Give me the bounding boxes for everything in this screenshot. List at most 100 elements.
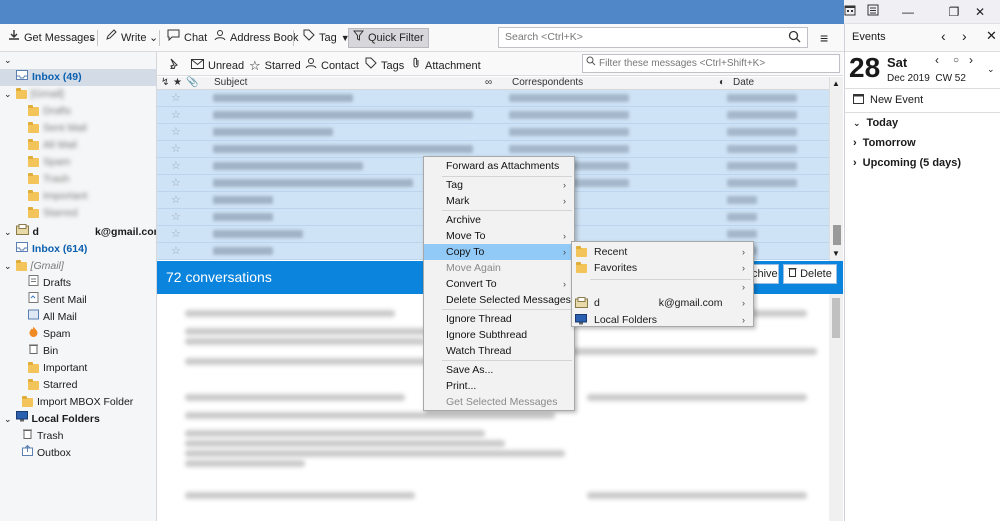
events-upcoming-section[interactable]: › Upcoming (5 days) <box>845 153 1000 173</box>
folder-item[interactable]: Sent Mail <box>0 120 156 137</box>
folder-inbox[interactable]: Inbox (614) <box>0 241 156 258</box>
tags-filter-button[interactable]: Tags <box>361 56 408 76</box>
attachment-column-icon[interactable]: 📎 <box>186 77 198 88</box>
subject-column-header[interactable]: Subject <box>214 77 247 88</box>
menu-item-archive[interactable]: Archive <box>424 212 574 228</box>
folder-sent-mail[interactable]: Sent Mail <box>0 292 156 309</box>
close-icon[interactable]: ✕ <box>986 28 997 44</box>
menu-item-mark[interactable]: Mark › <box>424 193 574 209</box>
date-column-header[interactable]: Date <box>733 77 754 88</box>
scrollbar-thumb[interactable] <box>832 298 840 338</box>
star-icon[interactable]: ☆ <box>171 193 181 206</box>
chat-button[interactable]: Chat <box>163 28 211 48</box>
folder-inbox-top[interactable]: Inbox (49) <box>0 69 156 86</box>
chevron-right-icon[interactable]: › <box>962 28 967 44</box>
sticky-pin-button[interactable] <box>163 56 182 76</box>
star-column-icon[interactable]: ★ <box>173 77 182 88</box>
search-input[interactable]: Search <Ctrl+K> <box>498 27 808 48</box>
folder-bin[interactable]: Bin <box>0 343 156 360</box>
account-collapse-toggle[interactable]: ⌄ <box>0 52 156 69</box>
folder-gmail-blurred[interactable]: ⌄ [Gmail] <box>0 86 156 103</box>
star-icon[interactable]: ☆ <box>171 244 181 257</box>
folder-trash[interactable]: Trash <box>0 428 156 445</box>
events-tomorrow-section[interactable]: › Tomorrow <box>845 133 1000 153</box>
menu-item-move-to[interactable]: Move To › <box>424 228 574 244</box>
folder-all-mail[interactable]: All Mail <box>0 309 156 326</box>
new-event-button[interactable]: New Event <box>845 90 1000 110</box>
menu-item-copy-to[interactable]: Copy To › <box>424 244 574 260</box>
menu-item-print[interactable]: Print... <box>424 378 574 394</box>
attachment-filter-button[interactable]: Attachment <box>407 56 485 76</box>
menu-item-watch-thread[interactable]: Watch Thread <box>424 343 574 359</box>
calendar-icon[interactable] <box>838 0 862 24</box>
close-button[interactable]: ✕ <box>960 0 1000 24</box>
folder-item[interactable]: Spam <box>0 154 156 171</box>
submenu-item-local-folders[interactable]: Local Folders › <box>572 312 753 328</box>
folder-drafts[interactable]: Drafts <box>0 275 156 292</box>
star-icon[interactable]: ☆ <box>171 108 181 121</box>
submenu-item-gmail-account[interactable]: d k@gmail.com › <box>572 295 753 311</box>
folder-item[interactable]: Starred <box>0 205 156 222</box>
star-icon[interactable]: ☆ <box>171 142 181 155</box>
star-icon[interactable]: ☆ <box>171 159 181 172</box>
thread-column-icon[interactable]: ↯ <box>161 77 169 88</box>
chevron-up-icon[interactable]: ▲ <box>832 79 840 88</box>
app-menu-button[interactable]: ≡ <box>816 28 832 48</box>
menu-item-ignore-subthread[interactable]: Ignore Subthread <box>424 327 574 343</box>
account-gmail[interactable]: ⌄ d k@gmail.com <box>0 224 156 241</box>
star-icon[interactable]: ☆ <box>171 91 181 104</box>
tasks-icon[interactable] <box>862 0 884 24</box>
table-row[interactable]: ☆ <box>157 90 829 107</box>
menu-item-ignore-thread[interactable]: Ignore Thread <box>424 311 574 327</box>
folder-item[interactable]: Drafts <box>0 103 156 120</box>
junk-column-icon[interactable]: ◐ <box>719 77 725 88</box>
star-icon[interactable]: ☆ <box>171 125 181 138</box>
address-book-button[interactable]: Address Book <box>210 28 302 48</box>
filter-messages-input[interactable]: Filter these messages <Ctrl+Shift+K> <box>582 54 840 73</box>
menu-item-delete-selected[interactable]: Delete Selected Messages <box>424 292 574 308</box>
star-icon[interactable]: ☆ <box>171 210 181 223</box>
folder-import-mbox[interactable]: Import MBOX Folder <box>0 394 156 411</box>
quick-filter-button[interactable]: Quick Filter <box>348 28 429 48</box>
folder-gmail[interactable]: ⌄ [Gmail] <box>0 258 156 275</box>
star-icon[interactable]: ☆ <box>171 227 181 240</box>
chevron-left-icon[interactable]: ‹ <box>935 53 939 67</box>
chevron-right-icon[interactable]: › <box>969 53 973 67</box>
thread-list-scrollbar[interactable]: ▲ ▼ <box>829 77 843 262</box>
chevron-down-icon[interactable]: ▼ <box>832 249 840 258</box>
contact-filter-button[interactable]: Contact <box>301 56 363 76</box>
submenu-item-favorites[interactable]: Favorites › <box>572 260 753 276</box>
menu-item-forward-as-attachments[interactable]: Forward as Attachments <box>424 158 574 174</box>
folder-important[interactable]: Important <box>0 360 156 377</box>
folder-starred[interactable]: Starred <box>0 377 156 394</box>
submenu-item-recent[interactable]: Recent › <box>572 244 753 260</box>
folder-spam[interactable]: Spam <box>0 326 156 343</box>
menu-item-save-as[interactable]: Save As... <box>424 362 574 378</box>
unread-column-icon[interactable]: ∞ <box>485 77 492 88</box>
get-messages-dropdown[interactable]: ⌄ <box>84 28 101 48</box>
folder-item[interactable]: All Mail <box>0 137 156 154</box>
write-button[interactable]: Write <box>101 28 150 48</box>
folder-outbox[interactable]: Outbox <box>0 444 156 462</box>
table-row[interactable]: ☆ <box>157 107 829 124</box>
delete-button[interactable]: Delete <box>783 264 837 284</box>
account-local-folders[interactable]: ⌄ Local Folders <box>0 411 156 428</box>
menu-item-convert-to[interactable]: Convert To › <box>424 276 574 292</box>
folder-item[interactable]: Trash <box>0 171 156 188</box>
events-today-section[interactable]: ⌄ Today <box>845 113 1000 133</box>
search-icon[interactable] <box>788 30 801 50</box>
chevron-down-icon[interactable]: ⌄ <box>987 64 995 75</box>
table-row[interactable]: ☆ <box>157 124 829 141</box>
today-circle-icon[interactable]: ○ <box>953 55 959 66</box>
scrollbar-thumb[interactable] <box>833 225 841 245</box>
tag-button[interactable]: Tag ▼ <box>299 28 354 48</box>
folder-item[interactable]: Important <box>0 188 156 205</box>
menu-item-tag[interactable]: Tag › <box>424 177 574 193</box>
preview-scrollbar[interactable] <box>829 294 843 521</box>
correspondents-column-header[interactable]: Correspondents <box>512 77 583 88</box>
chevron-left-icon[interactable]: ‹ <box>941 28 946 44</box>
minimize-button[interactable]: — <box>885 0 931 24</box>
unread-filter-button[interactable]: Unread <box>187 56 248 76</box>
star-icon[interactable]: ☆ <box>171 176 181 189</box>
starred-filter-button[interactable]: ☆ Starred <box>245 56 305 76</box>
